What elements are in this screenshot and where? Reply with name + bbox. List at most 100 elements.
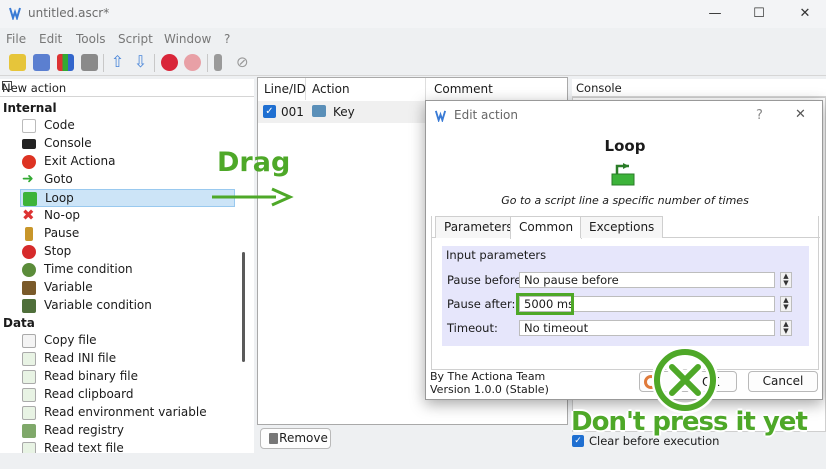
version-label: Version 1.0.0 (Stable) (430, 383, 549, 396)
input-parameters-group: Input parameters Pause before: No pause … (442, 246, 809, 346)
dialog-title: Edit action (454, 108, 518, 122)
loop-icon (611, 163, 635, 186)
timeout-spinner[interactable]: ▲ ▼ (780, 320, 792, 336)
remove-button[interactable]: Remove (260, 428, 331, 449)
tab-parameters[interactable]: Parameters (435, 216, 522, 238)
action-list-scrollbar[interactable] (242, 252, 245, 362)
action-exit-actiona[interactable]: Exit Actiona (20, 153, 235, 171)
action-time-condition[interactable]: Time condition (20, 261, 235, 279)
hourglass-icon (25, 227, 33, 241)
trash-icon[interactable] (81, 54, 98, 71)
console-panel-header: Console (572, 79, 826, 97)
action-variable[interactable]: Variable (20, 279, 235, 297)
console-panel-title: Console (576, 81, 622, 95)
action-read-environment-variable[interactable]: Read environment variable (20, 404, 235, 422)
action-read-binary-file[interactable]: Read binary file (20, 368, 235, 386)
window-title: untitled.ascr* (28, 6, 110, 20)
bar-chart-icon[interactable] (57, 54, 74, 71)
action-name: Loop (604, 137, 646, 155)
toolbar-separator (207, 54, 208, 72)
title-bar: untitled.ascr* — ☐ ✕ (0, 0, 826, 28)
row-checkbox[interactable]: ✓ (263, 105, 276, 118)
console-icon (22, 139, 36, 149)
variable-box-icon (22, 281, 36, 295)
move-up-icon[interactable]: ⇧ (109, 54, 126, 71)
action-no-op[interactable]: ✖ No-op (20, 207, 235, 225)
menu-tools[interactable]: Tools (76, 32, 106, 46)
timeout-field[interactable]: No timeout (519, 320, 775, 336)
menu-window[interactable]: Window (164, 32, 211, 46)
category-data[interactable]: Data (3, 316, 35, 330)
run-gear-icon[interactable] (161, 54, 178, 71)
stop-icon (22, 245, 36, 259)
pause-before-spinner[interactable]: ▲ ▼ (780, 272, 792, 288)
toolbar-separator (154, 54, 155, 72)
timeout-label: Timeout: (447, 321, 498, 335)
minimize-button[interactable]: — (700, 4, 730, 24)
clock-icon (22, 263, 36, 277)
dock-icon[interactable] (2, 81, 12, 90)
menu-help[interactable]: ? (224, 32, 230, 46)
action-copy-file[interactable]: Copy file (20, 332, 235, 350)
drag-annotation: Drag (217, 147, 291, 178)
drag-arrow-icon (212, 187, 294, 207)
action-read-clipboard[interactable]: Read clipboard (20, 386, 235, 404)
do-not-press-x-icon (652, 347, 718, 413)
action-read-ini-file[interactable]: Read INI file (20, 350, 235, 368)
clipboard-icon (22, 388, 36, 402)
dont-press-annotation: Don't press it yet (571, 407, 808, 437)
menu-script[interactable]: Script (118, 32, 153, 46)
menu-edit[interactable]: Edit (39, 32, 62, 46)
cancel-button[interactable]: Cancel (748, 371, 818, 392)
run-selection-gear-icon[interactable] (184, 54, 201, 71)
move-down-icon[interactable]: ⇩ (132, 54, 149, 71)
column-header-action[interactable]: Action (306, 78, 426, 100)
action-loop[interactable]: Loop (20, 189, 235, 207)
menu-bar: File Edit Tools Script Window ? (0, 30, 826, 50)
pause-before-field[interactable]: No pause before (519, 272, 775, 288)
category-internal[interactable]: Internal (3, 101, 57, 115)
pause-before-label: Pause before: (447, 273, 526, 287)
action-stop[interactable]: Stop (20, 243, 235, 261)
binary-file-icon (22, 370, 36, 384)
column-header-comment[interactable]: Comment (428, 78, 568, 100)
action-pause[interactable]: Pause (20, 225, 235, 243)
action-console[interactable]: Console (20, 135, 235, 153)
menu-file[interactable]: File (6, 32, 26, 46)
text-file-icon (22, 442, 36, 453)
edit-icon[interactable] (33, 54, 50, 71)
maximize-button[interactable]: ☐ (744, 4, 774, 24)
code-icon (22, 119, 36, 133)
new-action-panel-header: New action (0, 79, 254, 97)
goto-arrow-icon: ➜ (22, 171, 34, 187)
column-header-line-id[interactable]: Line/ID (258, 78, 306, 100)
action-code[interactable]: Code (20, 117, 235, 135)
no-op-x-icon: ✖ (22, 206, 35, 224)
dialog-help-button[interactable]: ? (756, 108, 763, 123)
exit-icon (22, 155, 36, 169)
keyboard-key-icon (312, 105, 326, 117)
author-label: By The Actiona Team (430, 370, 546, 383)
edit-action-dialog: Edit action ? ✕ Loop Go to a script line… (425, 100, 823, 400)
action-variable-condition[interactable]: Variable condition (20, 297, 235, 315)
pause-after-spinner[interactable]: ▲ ▼ (780, 296, 792, 312)
action-goto[interactable]: ➜ Goto (20, 171, 235, 189)
ini-file-icon (22, 352, 36, 366)
tab-common[interactable]: Common (510, 216, 583, 239)
tab-frame: Parameters Common Exceptions Input param… (431, 216, 820, 370)
row-line-id: 001 (281, 105, 304, 119)
document-icon[interactable] (214, 54, 222, 71)
variable-condition-icon (22, 299, 36, 313)
new-script-icon[interactable] (9, 54, 26, 71)
group-title: Input parameters (446, 248, 547, 262)
actiona-app-icon (9, 7, 21, 20)
loop-icon (23, 192, 37, 206)
tab-exceptions[interactable]: Exceptions (580, 216, 664, 238)
dialog-close-button[interactable]: ✕ (795, 107, 806, 122)
action-read-text-file[interactable]: Read text file (20, 440, 235, 453)
paperclip-icon[interactable]: ⊘ (236, 54, 253, 71)
close-window-button[interactable]: ✕ (790, 4, 820, 24)
toolbar-separator (103, 54, 104, 72)
copy-file-icon (22, 334, 36, 348)
action-read-registry[interactable]: Read registry (20, 422, 235, 440)
